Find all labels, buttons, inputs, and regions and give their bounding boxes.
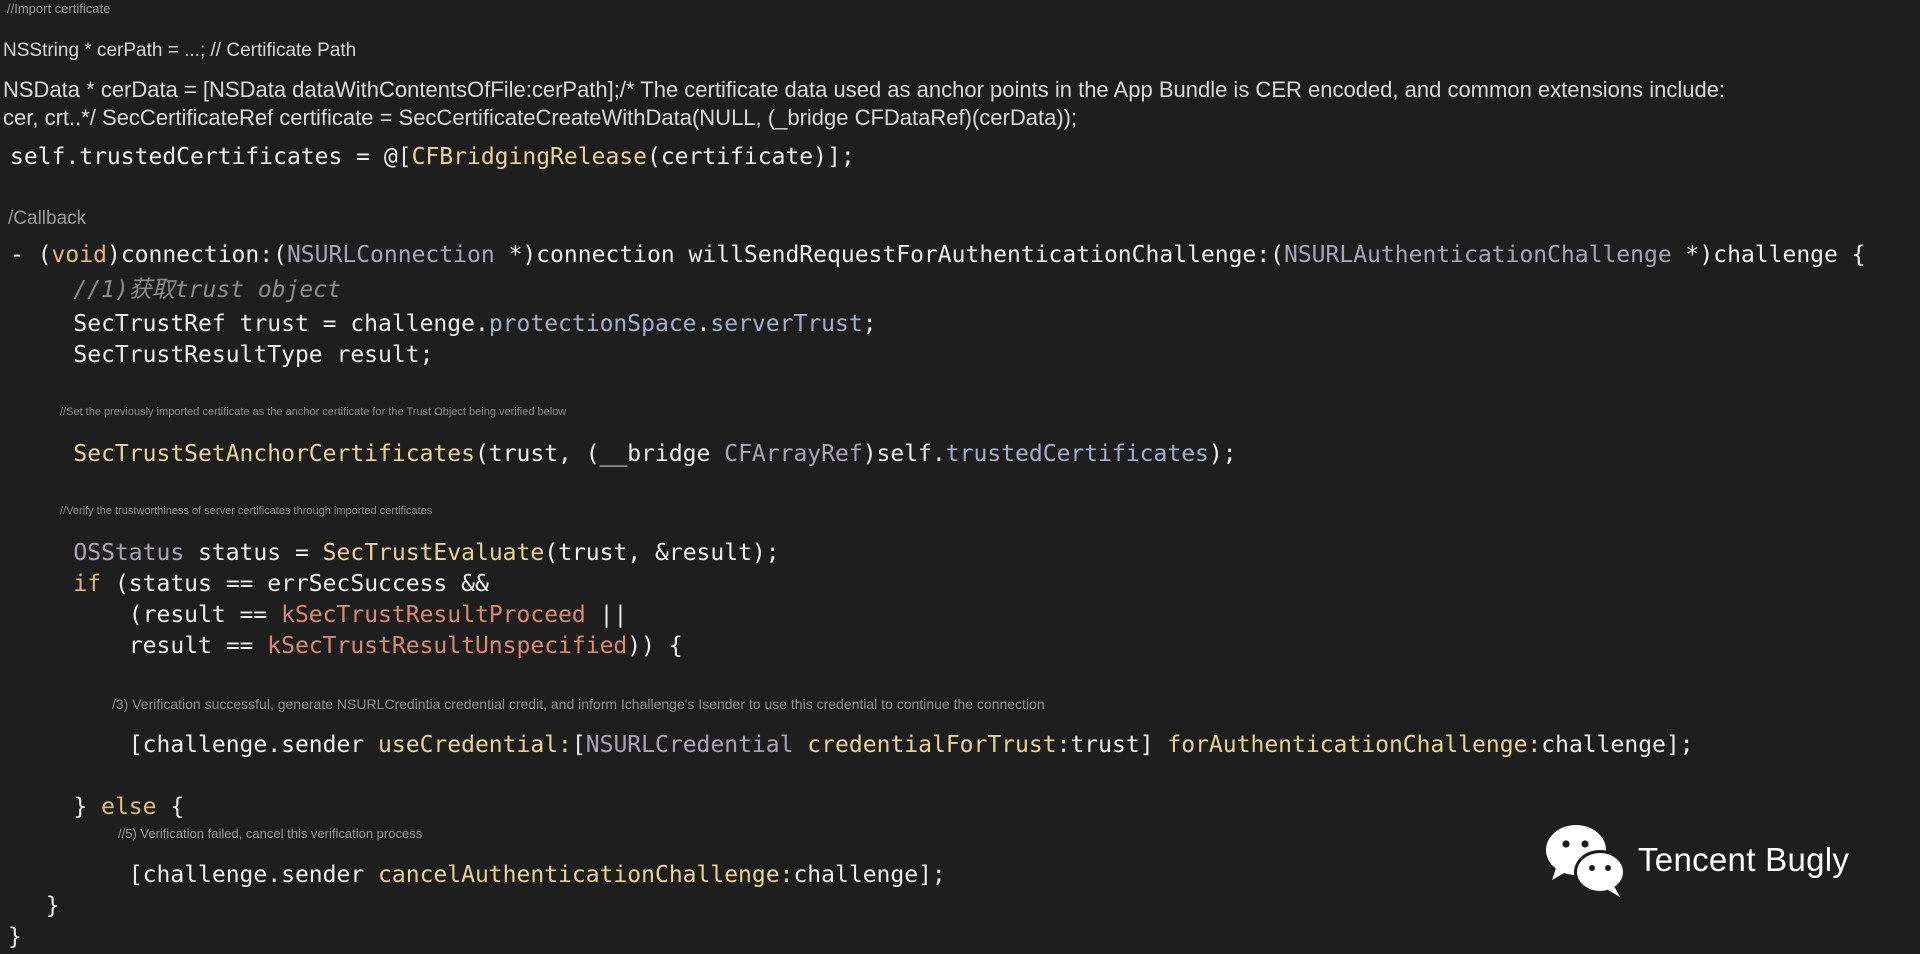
code-token-constant: kSecTrustResultUnspecified (267, 633, 628, 659)
cer-path-line: NSString * cerPath = ...; // Certificate… (3, 40, 357, 61)
verify-comment: //Verify the trustworthiness of server c… (60, 505, 433, 517)
code-token: status = (184, 540, 323, 566)
code-token: ); (1208, 441, 1237, 467)
status-line: OSStatus status = SecTrustEvaluate(trust… (18, 538, 780, 568)
import-comment: //Import certificate (7, 1, 111, 16)
if-line: if (status == errSecSuccess && (18, 569, 489, 599)
cer-data-line-2: cer, crt..*/ SecCertificateRef certifica… (3, 105, 1078, 130)
unspecified-line: result == kSecTrustResultUnspecified)) { (18, 631, 683, 661)
code-token-function: SecTrustEvaluate (322, 540, 545, 566)
code-token: challenge]; (793, 862, 946, 888)
code-token: . (696, 311, 711, 337)
anchor-comment: //Set the previously imported certificat… (60, 406, 567, 418)
code-token-type: NSURLAuthenticationChallenge (1283, 242, 1672, 268)
code-token-property: trustedCertificates (945, 441, 1209, 467)
wechat-icon (1546, 825, 1626, 897)
code-token: ; (862, 311, 877, 337)
result-declaration-line: SecTrustResultType result; (18, 342, 434, 368)
else-line: } else { (18, 792, 184, 822)
code-token-type: CFArrayRef (724, 441, 863, 467)
step1-comment: //1)获取trust object (18, 277, 341, 303)
code-token: [ (571, 732, 586, 758)
code-token: (trust, (__bridge (474, 441, 725, 467)
code-token: *)connection willSendRequestForAuthentic… (494, 242, 1284, 268)
code-token: - ( (10, 242, 52, 268)
cancel-line: [challenge.sender cancelAuthenticationCh… (18, 860, 946, 890)
code-token-function: forAuthenticationChallenge: (1167, 732, 1542, 758)
code-token: (trust, &result); (544, 540, 780, 566)
code-token: SecTrustRef trust = challenge. (18, 311, 489, 337)
use-credential-line: [challenge.sender useCredential:[NSURLCr… (18, 730, 1694, 760)
code-token: )connection:( (106, 242, 287, 268)
callback-comment: /Callback (8, 208, 87, 229)
code-token: )self. (862, 441, 946, 467)
code-token-property: serverTrust (710, 311, 863, 337)
cer-data-line-1: NSData * cerData = [NSData dataWithConte… (3, 77, 1726, 102)
code-editor: //Import certificate NSString * cerPath … (0, 0, 1920, 954)
code-token: [challenge.sender (18, 862, 379, 888)
code-token: } (18, 794, 102, 820)
code-token-function: credentialForTrust: (807, 732, 1071, 758)
success-comment: /3) Verification successful, generate NS… (112, 696, 1045, 712)
code-token-type: NSURLConnection (286, 242, 495, 268)
code-token-constant: kSecTrustResultProceed (281, 602, 586, 628)
code-token-function: CFBridgingRelease (411, 144, 647, 170)
code-token: *)challenge { (1671, 242, 1866, 268)
trust-declaration-line: SecTrustRef trust = challenge.protection… (18, 309, 877, 339)
code-token-keyword: else (101, 794, 157, 820)
code-token-property: protectionSpace (488, 311, 697, 337)
code-token-function: SecTrustSetAnchorCertificates (73, 441, 475, 467)
watermark-text: Tencent Bugly (1638, 841, 1850, 878)
code-token: (status == errSecSuccess && (101, 571, 489, 597)
code-token-type: OSStatus (73, 540, 185, 566)
fail-comment: //5) Verification failed, cancel this ve… (118, 826, 423, 841)
code-token-type: NSURLCredential (585, 732, 794, 758)
close-inner-brace: } (18, 893, 60, 919)
code-token: trust] (1070, 732, 1168, 758)
code-token: )) { (627, 633, 683, 659)
trusted-certificates-line: self.trustedCertificates = @[CFBridgingR… (10, 142, 855, 172)
close-outer-brace: } (8, 924, 22, 950)
code-token: self.trustedCertificates = @[ (10, 144, 412, 170)
code-token-keyword: if (73, 571, 102, 597)
set-anchor-line: SecTrustSetAnchorCertificates(trust, (__… (18, 439, 1237, 469)
code-token: [challenge.sender (18, 732, 379, 758)
code-token-keyword: void (51, 242, 107, 268)
code-token: result == (18, 633, 268, 659)
code-token: || (585, 602, 628, 628)
method-signature-line: - (void)connection:(NSURLConnection *)co… (10, 240, 1866, 270)
code-token: (result == (18, 602, 282, 628)
code-token-function: cancelAuthenticationChallenge: (378, 862, 794, 888)
proceed-line: (result == kSecTrustResultProceed || (18, 600, 628, 630)
code-token-function: useCredential: (378, 732, 572, 758)
code-token: challenge]; (1541, 732, 1694, 758)
tencent-bugly-watermark: Tencent Bugly (1542, 820, 1849, 900)
code-token: { (156, 794, 185, 820)
code-token: (certificate)]; (646, 144, 855, 170)
